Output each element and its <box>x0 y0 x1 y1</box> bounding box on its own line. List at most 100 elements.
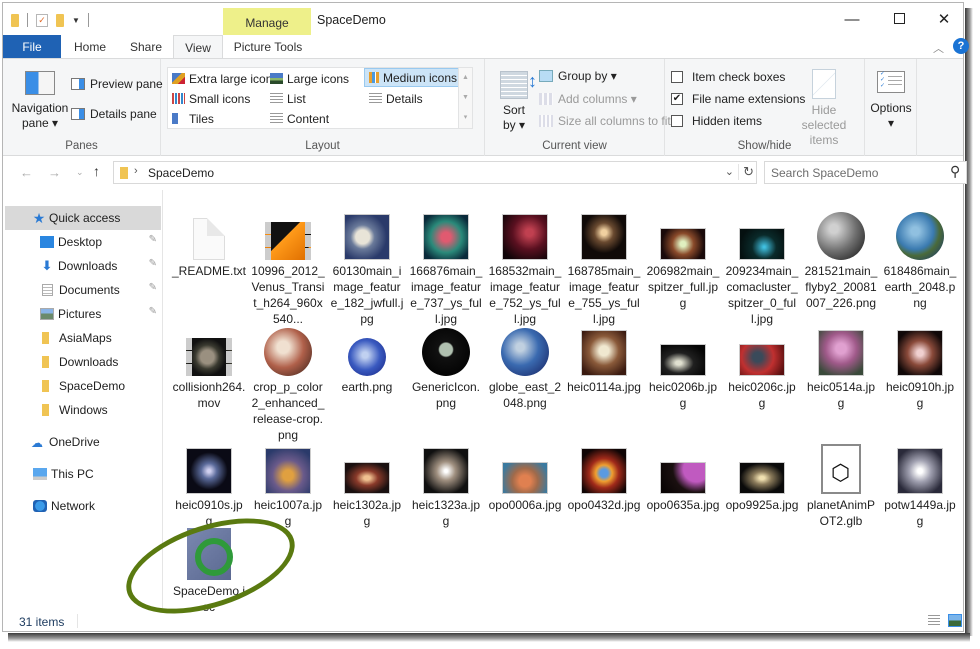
file-item[interactable]: heic0206c.jpg <box>723 312 801 411</box>
file-item[interactable]: 209234main_comacluster_spitzer_0_full.jp… <box>723 196 801 327</box>
layout-tiles[interactable]: Tiles <box>168 109 218 128</box>
properties-icon[interactable]: ✓ <box>36 13 48 27</box>
layout-details[interactable]: Details <box>365 89 427 108</box>
sidebar-item-spacedemo[interactable]: SpaceDemo <box>5 374 161 398</box>
sidebar-item-label: Network <box>51 499 96 513</box>
file-item[interactable]: heic0910h.jpg <box>881 312 959 411</box>
file-item[interactable]: opo0006a.jpg <box>486 430 564 513</box>
file-item[interactable]: 168785main_image_feature_755_ys_full.jpg <box>565 196 643 327</box>
file-item[interactable]: 166876main_image_feature_737_ys_full.jpg <box>407 196 485 327</box>
recent-locations-button[interactable]: ⌄ <box>76 167 84 178</box>
layout-medium-icons[interactable]: Medium icons <box>364 68 462 87</box>
tab-file[interactable]: File <box>3 35 61 59</box>
hidden-items-checkbox[interactable] <box>671 115 683 127</box>
file-item[interactable]: ⬡ planetAnimPOT2.glb <box>802 430 880 529</box>
hide-selected-items-button[interactable]: Hide selected items <box>789 69 859 148</box>
file-item[interactable]: GenericIcon.png <box>407 312 485 411</box>
layout-list[interactable]: List <box>266 89 310 108</box>
sidebar-item-quick-access[interactable]: ★ Quick access <box>5 206 161 230</box>
customize-toolbar-dropdown-icon[interactable]: ▼ <box>72 16 80 25</box>
sidebar-item-windows[interactable]: Windows <box>5 398 161 422</box>
file-item[interactable]: 618486main_earth_2048.png <box>881 196 959 311</box>
file-item[interactable]: heic1302a.jpg <box>328 430 406 529</box>
file-thumbnail-wrapper <box>723 430 801 494</box>
close-button[interactable]: ✕ <box>921 7 967 33</box>
search-input[interactable]: Search SpaceDemo ⚲ <box>764 161 967 184</box>
file-item[interactable]: SpaceDemo.isc <box>170 516 248 615</box>
file-item[interactable]: heic0206b.jpg <box>644 312 722 411</box>
file-item[interactable]: globe_east_2048.png <box>486 312 564 411</box>
item-check-boxes-toggle[interactable]: Item check boxes <box>671 70 785 84</box>
sidebar-item-this-pc[interactable]: This PC <box>5 462 161 486</box>
add-columns-button[interactable]: Add columns ▾ <box>539 92 637 106</box>
navigation-pane-button[interactable]: Navigation pane ▾ <box>9 71 71 131</box>
image-thumbnail <box>344 462 390 494</box>
file-item[interactable]: 168532main_image_feature_752_ys_full.jpg <box>486 196 564 327</box>
up-button[interactable]: ↑ <box>93 163 100 179</box>
refresh-button[interactable]: ↻ <box>738 164 754 180</box>
file-item[interactable]: heic1007a.jpg <box>249 430 327 529</box>
layout-small-icons[interactable]: Small icons <box>168 89 254 108</box>
tab-picture-tools[interactable]: Picture Tools <box>225 35 311 59</box>
layout-content[interactable]: Content <box>266 109 333 128</box>
file-item[interactable]: heic1323a.jpg <box>407 430 485 529</box>
maximize-button[interactable] <box>876 7 922 33</box>
sidebar-item-asiamaps[interactable]: AsiaMaps <box>5 326 161 350</box>
file-item[interactable]: heic0114a.jpg <box>565 312 643 395</box>
options-button[interactable]: Options ▾ <box>869 71 913 131</box>
network-icon <box>33 500 47 512</box>
large-icons-view-icon[interactable] <box>948 614 962 627</box>
file-item[interactable]: 60130main_image_feature_182_jwfull.jpg <box>328 196 406 327</box>
tab-home[interactable]: Home <box>65 35 115 59</box>
sidebar-item-network[interactable]: Network <box>5 494 161 518</box>
tab-view[interactable]: View <box>173 35 223 59</box>
file-item[interactable]: heic0910s.jpg <box>170 430 248 529</box>
file-item[interactable]: opo0432d.jpg <box>565 430 643 513</box>
preview-pane-button[interactable]: Preview pane <box>71 77 163 91</box>
file-name-extensions-checkbox[interactable]: ✔ <box>671 93 683 105</box>
layout-large-icons[interactable]: Large icons <box>266 69 353 88</box>
address-dropdown-icon[interactable]: ⌄ <box>725 165 734 178</box>
hidden-items-toggle[interactable]: Hidden items <box>671 114 762 128</box>
file-item[interactable]: heic0514a.jpg <box>802 312 880 411</box>
breadcrumb-spacedemo[interactable]: SpaceDemo <box>148 166 214 180</box>
address-bar[interactable]: › SpaceDemo ⌄ ↻ <box>113 161 757 184</box>
file-item[interactable]: earth.png <box>328 312 406 395</box>
file-thumbnail-wrapper <box>723 312 801 376</box>
file-item[interactable]: crop_p_color2_enhanced_release-crop.png <box>249 312 327 443</box>
item-check-boxes-checkbox[interactable] <box>671 71 683 83</box>
file-item[interactable]: opo0635a.jpg <box>644 430 722 513</box>
tab-share[interactable]: Share <box>121 35 171 59</box>
back-button[interactable]: ← <box>20 165 33 180</box>
file-item[interactable]: 281521main_flyby2_20081007_226.png <box>802 196 880 311</box>
collapse-ribbon-icon[interactable]: ︿ <box>933 40 944 56</box>
help-icon[interactable]: ? <box>953 38 969 54</box>
file-item[interactable]: _README.txt <box>170 196 248 279</box>
breadcrumb-separator[interactable]: › <box>134 165 138 177</box>
file-item[interactable]: opo9925a.jpg <box>723 430 801 513</box>
sidebar-item-documents[interactable]: Documents ✎ <box>5 278 161 302</box>
divider <box>87 13 89 27</box>
sort-by-button[interactable]: Sort by ▾ <box>497 71 537 133</box>
details-view-icon[interactable] <box>928 615 940 627</box>
sidebar-item-onedrive[interactable]: ☁ OneDrive <box>5 430 161 454</box>
new-folder-icon[interactable] <box>56 13 64 27</box>
file-item[interactable]: 206982main_spitzer_full.jpg <box>644 196 722 311</box>
layout-gallery-scrollbar[interactable]: ▲ ▼ ▾ <box>458 68 472 128</box>
group-label-show-hide: Show/hide <box>737 140 792 152</box>
size-all-columns-button[interactable]: Size all columns to fit <box>539 114 671 128</box>
sidebar-item-pictures[interactable]: Pictures ✎ <box>5 302 161 326</box>
sidebar-item-desktop[interactable]: Desktop ✎ <box>5 230 161 254</box>
minimize-button[interactable]: — <box>829 7 875 33</box>
documents-icon <box>42 284 53 296</box>
file-item[interactable]: 10996_2012_Venus_Transit_h264_960x540... <box>249 196 327 327</box>
sidebar-item-downloads[interactable]: ⬇ Downloads ✎ <box>5 254 161 278</box>
search-icon[interactable]: ⚲ <box>950 163 960 180</box>
file-item[interactable]: collisionh264.mov <box>170 312 248 411</box>
file-item[interactable]: potw1449a.jpg <box>881 430 959 529</box>
sidebar-item-downloads-folder[interactable]: Downloads <box>5 350 161 374</box>
forward-button[interactable]: → <box>48 165 61 180</box>
details-pane-button[interactable]: Details pane <box>71 107 157 121</box>
group-by-button[interactable]: Group by ▾ <box>539 69 617 83</box>
file-name-extensions-toggle[interactable]: ✔ File name extensions <box>671 92 805 106</box>
